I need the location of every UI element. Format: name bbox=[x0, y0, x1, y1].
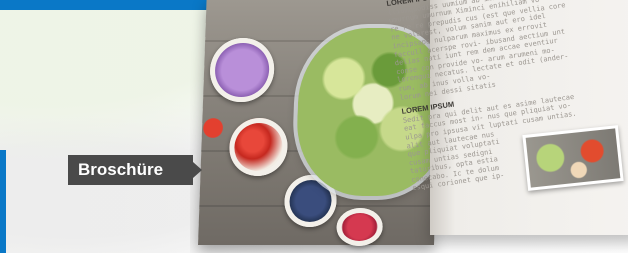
bowl-strawberries bbox=[228, 118, 289, 176]
left-accent-rule bbox=[0, 150, 6, 253]
bowl-raspberries bbox=[335, 208, 384, 246]
brochure-image: LOREM IPSUMlliumquodiss uumium ab imnius… bbox=[190, 0, 628, 253]
brochure-label: Broschüre bbox=[68, 155, 193, 185]
brochure-label-text: Broschüre bbox=[78, 160, 164, 179]
bowl-purple-flowers bbox=[208, 38, 276, 102]
strawberry-left bbox=[201, 115, 225, 141]
brochure-thumbnail-photo bbox=[522, 125, 624, 191]
label-pointer-arrow bbox=[193, 162, 202, 178]
